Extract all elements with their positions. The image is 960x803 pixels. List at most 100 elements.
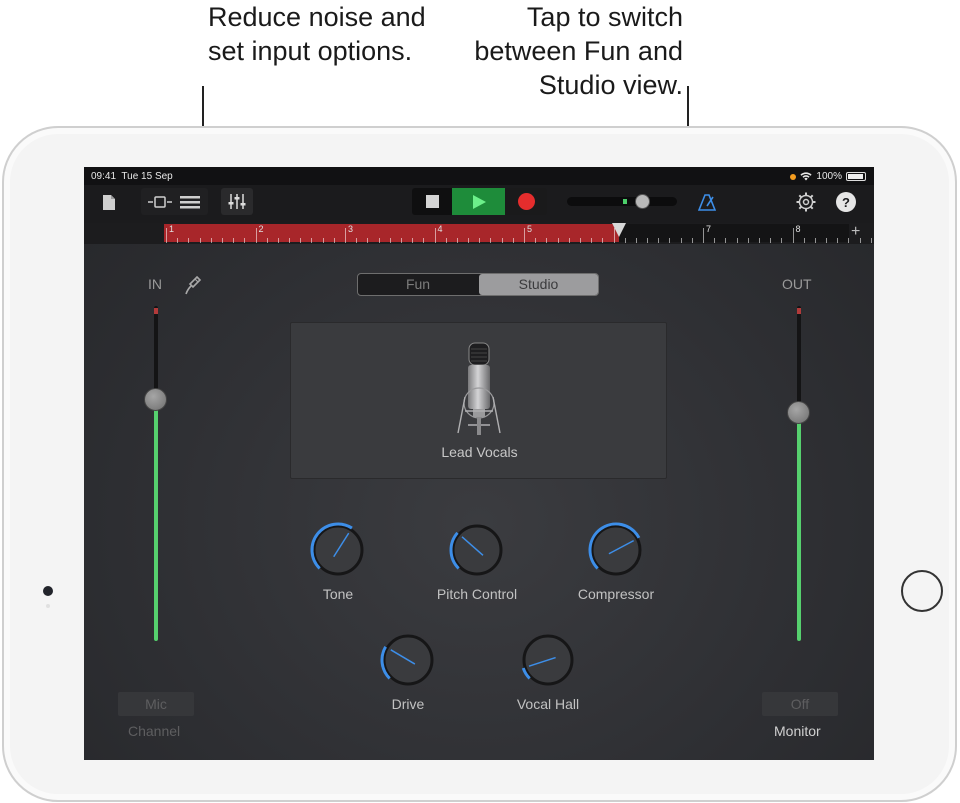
ruler-minor-tick	[233, 238, 235, 243]
channel-button[interactable]: Mic	[118, 692, 194, 716]
status-time: 09:41 Tue 15 Sep	[91, 171, 173, 182]
tone-knob[interactable]	[308, 520, 368, 580]
output-label: OUT	[782, 276, 812, 292]
ruler-minor-tick	[647, 238, 649, 243]
callout-view-toggle: Tap to switch between Fun and Studio vie…	[474, 2, 683, 100]
ruler-minor-tick	[412, 238, 414, 243]
output-level-meter	[797, 411, 801, 641]
ruler-minor-tick	[535, 238, 537, 243]
mixer-icon[interactable]	[221, 188, 253, 215]
ruler-minor-tick	[210, 238, 212, 243]
monitor-label: Monitor	[774, 723, 821, 739]
ruler-minor-tick	[512, 238, 514, 243]
ruler-bar-tick	[345, 228, 346, 243]
ruler-minor-tick	[826, 238, 828, 243]
ruler-minor-tick	[635, 238, 637, 243]
drive-knob[interactable]	[378, 630, 438, 690]
playhead[interactable]	[612, 223, 626, 237]
ruler-minor-tick	[277, 238, 279, 243]
ruler-bar-number: 8	[795, 224, 801, 234]
status-indicators: 100%	[790, 171, 866, 182]
tone-knob-graphic	[310, 522, 364, 576]
sensor	[46, 604, 50, 608]
ruler-minor-tick	[781, 238, 783, 243]
ruler-minor-tick	[747, 238, 749, 243]
output-level-slider[interactable]	[797, 306, 801, 641]
input-level-meter	[154, 398, 158, 641]
metronome-icon[interactable]	[696, 192, 718, 212]
ruler-bar-number: 3	[348, 224, 354, 234]
ruler-minor-tick	[848, 238, 850, 243]
ruler-minor-tick	[456, 238, 458, 243]
add-section-button[interactable]: +	[851, 223, 860, 241]
vocal-hall-knob-graphic	[521, 634, 574, 686]
ruler-minor-tick	[468, 238, 470, 243]
ruler-minor-tick	[837, 238, 839, 243]
ruler-minor-tick	[602, 238, 604, 243]
monitor-button[interactable]: Off	[762, 692, 838, 716]
help-icon[interactable]: ?	[836, 192, 856, 212]
ruler-minor-tick	[490, 238, 492, 243]
ruler-bar-tick	[255, 228, 257, 243]
ruler-minor-tick	[356, 238, 358, 243]
ruler-bar-number: 7	[706, 224, 712, 234]
home-button[interactable]	[901, 570, 943, 612]
ruler-minor-tick	[322, 238, 324, 243]
ruler-minor-tick	[389, 238, 391, 243]
ruler-minor-tick	[870, 238, 872, 243]
ruler-minor-tick	[758, 238, 760, 243]
pitch-control-knob[interactable]	[447, 520, 507, 580]
noise-gate-cable-icon[interactable]	[184, 275, 202, 295]
control-bar: ?	[84, 185, 874, 223]
fun-studio-toggle: Fun Studio	[357, 273, 599, 296]
tracks-view-icon[interactable]	[145, 192, 175, 212]
stop-icon[interactable]	[412, 188, 452, 215]
battery-percent: 100%	[816, 171, 842, 182]
ruler-minor-tick	[803, 238, 805, 243]
compressor-label: Compressor	[577, 586, 655, 602]
ruler-minor-tick	[266, 238, 268, 243]
ruler-minor-tick	[367, 238, 369, 243]
vocal-hall-knob[interactable]	[518, 630, 578, 690]
settings-gear-icon[interactable]	[795, 191, 817, 213]
ruler-minor-tick	[714, 238, 716, 243]
patch-panel[interactable]: Lead Vocals	[290, 322, 667, 479]
master-volume-led	[623, 199, 627, 204]
toggle-fun[interactable]: Fun	[358, 274, 478, 295]
ruler-minor-tick	[423, 238, 425, 243]
record-icon[interactable]	[505, 188, 547, 215]
ruler-minor-tick	[177, 238, 179, 243]
browser-icon[interactable]	[175, 192, 205, 212]
tone-label: Tone	[322, 586, 354, 602]
output-level-knob[interactable]	[787, 400, 810, 424]
toggle-studio[interactable]: Studio	[479, 274, 598, 295]
pitch-control-label: Pitch Control	[436, 586, 518, 602]
ruler-bar-number: 4	[437, 224, 443, 234]
master-volume-knob[interactable]	[635, 194, 651, 209]
ruler-minor-tick	[501, 238, 503, 243]
ruler-minor-tick	[579, 238, 581, 243]
document-icon[interactable]	[99, 192, 119, 212]
input-level-slider[interactable]	[154, 306, 158, 641]
ruler-minor-tick	[378, 238, 380, 243]
location-dot-icon	[790, 173, 797, 180]
timeline-ruler[interactable]: 12345678 +	[84, 223, 874, 244]
compressor-knob[interactable]	[586, 520, 646, 580]
input-level-knob[interactable]	[144, 387, 167, 411]
input-peak-indicator	[154, 308, 158, 314]
ruler-minor-tick	[188, 238, 190, 243]
vocal-hall-label: Vocal Hall	[516, 696, 580, 712]
ruler-bar-number: 2	[258, 224, 264, 234]
wifi-icon	[800, 172, 813, 181]
ruler-minor-tick	[568, 238, 570, 243]
ruler-minor-tick	[770, 238, 772, 243]
ruler-minor-tick	[400, 238, 402, 243]
ruler-minor-tick	[814, 238, 816, 243]
master-volume-slider[interactable]	[567, 194, 677, 209]
camera-icon	[43, 586, 53, 596]
play-icon[interactable]	[452, 188, 505, 215]
ruler-bar-tick	[166, 228, 167, 243]
ruler-bar-number: 5	[527, 224, 533, 234]
ruler-minor-tick	[244, 238, 246, 243]
ruler-minor-tick	[669, 238, 671, 243]
